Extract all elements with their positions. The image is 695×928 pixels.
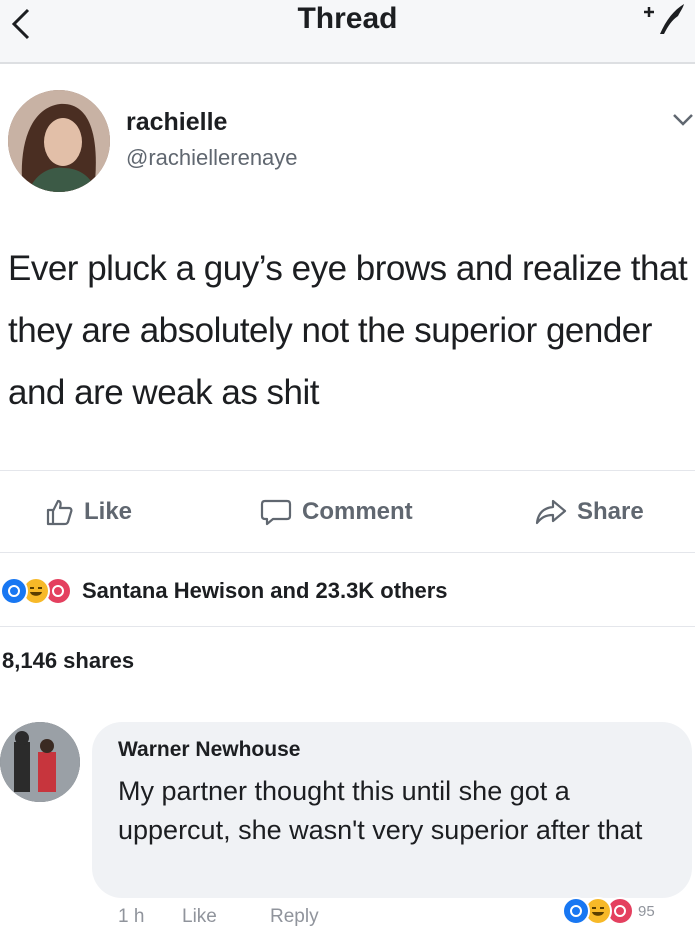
comment-reaction-count: 95 bbox=[638, 902, 655, 920]
comment-label: Comment bbox=[302, 498, 413, 525]
share-label: Share bbox=[577, 498, 644, 525]
commenter-avatar[interactable] bbox=[0, 722, 80, 802]
commenter-name[interactable]: Warner Newhouse bbox=[118, 738, 300, 762]
comment-reactions[interactable]: 95 bbox=[562, 897, 655, 925]
comment-time: 1 h bbox=[118, 906, 145, 927]
page-title: Thread bbox=[297, 2, 398, 35]
comment-text: My partner thought this until she got a … bbox=[118, 776, 643, 845]
like-icon bbox=[46, 499, 73, 526]
author-name[interactable]: rachielle bbox=[126, 108, 227, 137]
like-button[interactable]: Like bbox=[44, 490, 132, 534]
divider bbox=[0, 626, 695, 627]
comment-reply-link[interactable]: Reply bbox=[270, 906, 319, 928]
post-text: Ever pluck a guy’s eye brows and realize… bbox=[8, 249, 688, 412]
reactions-text: Santana Hewison and 23.3K others bbox=[82, 578, 448, 603]
share-icon bbox=[535, 499, 567, 525]
comment-icon bbox=[260, 499, 292, 526]
reactions-summary[interactable]: Santana Hewison and 23.3K others bbox=[0, 572, 448, 610]
chevron-down-icon[interactable] bbox=[672, 110, 694, 128]
comment-button[interactable]: Comment bbox=[260, 490, 413, 534]
author-avatar[interactable] bbox=[8, 90, 110, 192]
shares-count[interactable]: 8,146 shares bbox=[2, 648, 134, 674]
author-handle[interactable]: @rachiellerenaye bbox=[126, 145, 298, 171]
like-label: Like bbox=[84, 498, 133, 525]
comment-like-link[interactable]: Like bbox=[182, 906, 217, 928]
compose-icon[interactable] bbox=[640, 0, 690, 44]
divider bbox=[0, 552, 695, 553]
like-reaction-icon bbox=[562, 897, 590, 925]
divider bbox=[0, 470, 695, 471]
share-button[interactable]: Share bbox=[535, 490, 644, 534]
back-icon[interactable] bbox=[4, 6, 40, 42]
like-reaction-icon bbox=[0, 577, 28, 605]
